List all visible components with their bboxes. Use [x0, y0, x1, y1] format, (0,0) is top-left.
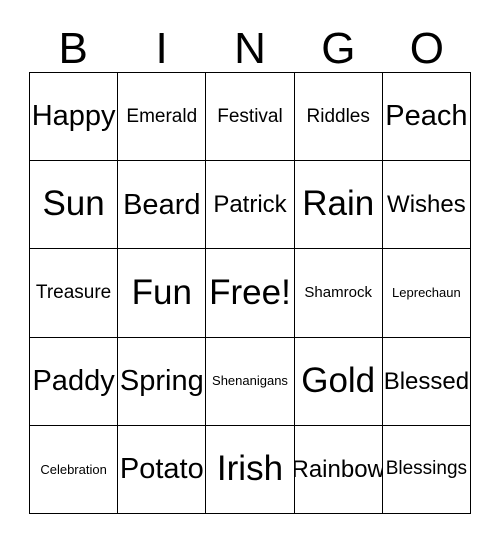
bingo-cell[interactable]: Shamrock — [294, 249, 383, 338]
bingo-cell-label: Festival — [217, 105, 283, 127]
bingo-cell-label: Emerald — [126, 105, 198, 127]
header-letter-n: N — [234, 24, 266, 73]
bingo-cell[interactable]: Irish — [206, 425, 295, 514]
header-letter-o: O — [409, 24, 444, 73]
bingo-grid: Happy Emerald Festival Riddles Peach Sun Beard… — [29, 72, 471, 514]
bingo-cell[interactable]: Blessings — [382, 425, 471, 514]
bingo-cell-label: Celebration — [40, 461, 107, 477]
bingo-cell[interactable]: Sun — [30, 161, 119, 250]
bingo-cell[interactable]: Emerald — [118, 73, 207, 162]
bingo-cell-label: Wishes — [387, 191, 466, 219]
bingo-cell[interactable]: Potato — [118, 425, 207, 514]
bingo-cell[interactable]: Patrick — [206, 161, 295, 250]
bingo-cell[interactable]: Riddles — [294, 73, 383, 162]
bingo-cell-label: Blessings — [385, 458, 468, 480]
bingo-cell-label: Free! — [209, 272, 291, 312]
bingo-cell[interactable]: Rain — [294, 161, 383, 250]
bingo-cell-label: Fun — [131, 272, 192, 312]
bingo-cell-label: Sun — [42, 184, 105, 224]
header-letter-b: B — [58, 24, 88, 73]
bingo-cell[interactable]: Shenanigans — [206, 337, 295, 426]
bingo-cell-label: Treasure — [35, 282, 112, 304]
bingo-cell-label: Shenanigans — [212, 373, 288, 389]
header-letter-g: G — [321, 24, 356, 73]
bingo-cell-label: Paddy — [32, 364, 115, 397]
bingo-cell-label: Spring — [119, 364, 204, 397]
bingo-cell-label: Shamrock — [304, 284, 372, 302]
bingo-cell-free[interactable]: Free! — [206, 249, 295, 338]
bingo-cell[interactable]: Spring — [118, 337, 207, 426]
bingo-cell-label: Irish — [216, 449, 284, 489]
bingo-cell-label: Blessed — [383, 367, 470, 395]
bingo-cell[interactable]: Gold — [294, 337, 383, 426]
bingo-cell[interactable]: Fun — [118, 249, 207, 338]
bingo-cell[interactable]: Peach — [382, 73, 471, 162]
bingo-cell-label: Potato — [119, 453, 204, 486]
bingo-cell[interactable]: Leprechaun — [382, 249, 471, 338]
bingo-cell-label: Patrick — [213, 191, 287, 219]
bingo-cell[interactable]: Celebration — [30, 425, 119, 514]
bingo-cell[interactable]: Wishes — [382, 161, 471, 250]
bingo-cell-label: Beard — [123, 188, 201, 221]
bingo-cell-label: Rain — [302, 184, 375, 224]
bingo-card: B I N G O Happy Emerald Festival Riddles Pea… — [0, 0, 500, 544]
bingo-header: B I N G O — [29, 18, 471, 72]
bingo-cell[interactable]: Beard — [118, 161, 207, 250]
bingo-cell-label: Gold — [301, 360, 376, 400]
header-letter-i: I — [155, 24, 168, 73]
bingo-cell-label: Happy — [31, 100, 116, 133]
bingo-cell[interactable]: Paddy — [30, 337, 119, 426]
bingo-cell[interactable]: Rainbow — [294, 425, 383, 514]
bingo-cell[interactable]: Happy — [30, 73, 119, 162]
bingo-cell[interactable]: Treasure — [30, 249, 119, 338]
bingo-cell[interactable]: Festival — [206, 73, 295, 162]
bingo-cell-label: Leprechaun — [392, 285, 461, 301]
bingo-cell-label: Peach — [385, 100, 468, 133]
bingo-cell-label: Rainbow — [294, 455, 383, 483]
bingo-cell-label: Riddles — [306, 105, 370, 127]
bingo-cell[interactable]: Blessed — [382, 337, 471, 426]
